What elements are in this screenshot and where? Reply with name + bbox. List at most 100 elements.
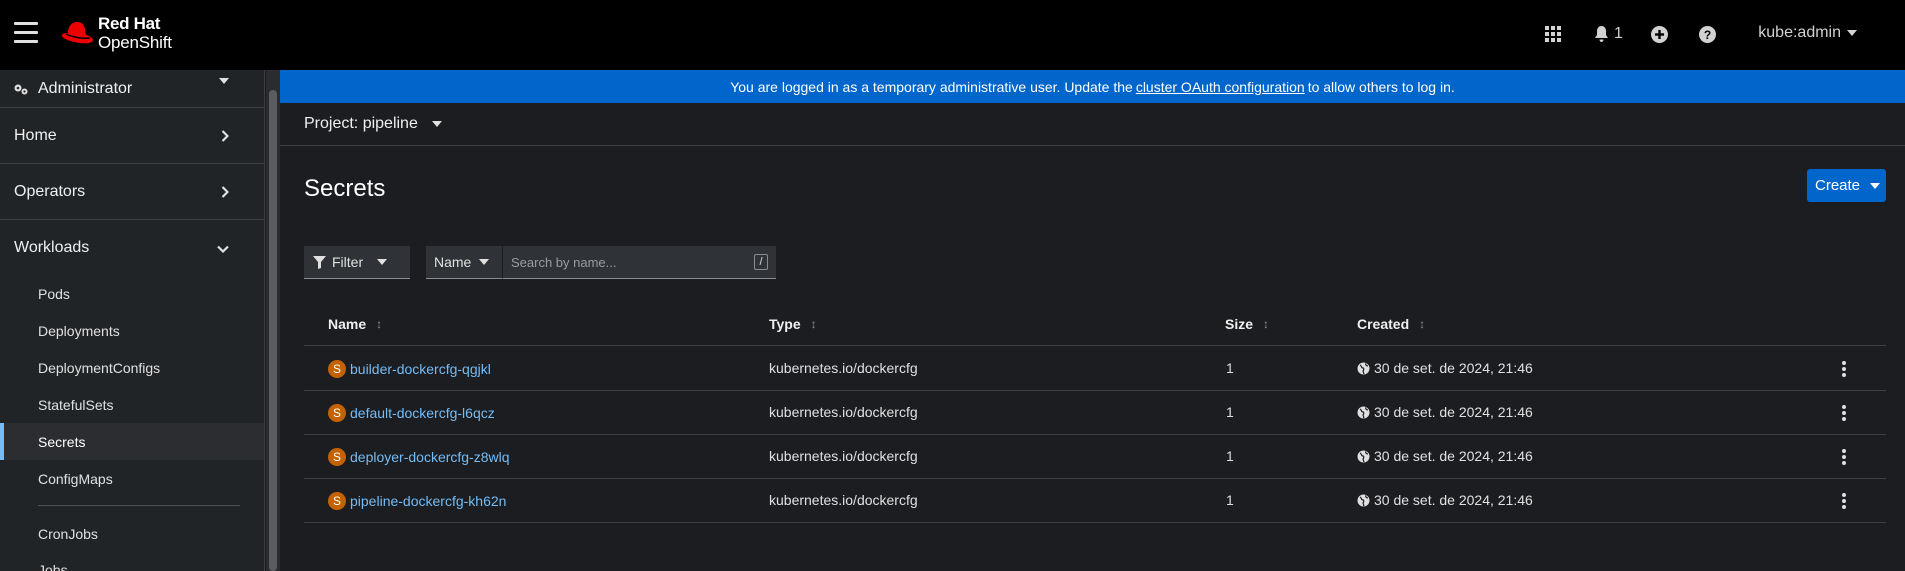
secret-size: 1: [1226, 448, 1234, 464]
caret-down-icon: [219, 78, 229, 84]
masthead: Red Hat OpenShift 1 ? kube:admin: [0, 0, 1905, 70]
secret-type: kubernetes.io/dockercfg: [769, 404, 918, 420]
secret-name-link[interactable]: deployer-dockercfg-z8wlq: [350, 449, 510, 465]
sidebar: Administrator Home Operators Workloads P…: [0, 70, 265, 571]
secret-size: 1: [1226, 360, 1234, 376]
filter-type-label: Name: [434, 254, 472, 270]
add-icon[interactable]: [1651, 24, 1668, 44]
banner-prefix: You are logged in as a temporary adminis…: [730, 78, 1133, 95]
table-row: S deployer-dockercfg-z8wlq kubernetes.io…: [304, 435, 1886, 479]
row-actions-kebab-icon[interactable]: [1841, 359, 1847, 379]
nav-section-operators[interactable]: Operators: [0, 164, 264, 220]
secret-name-link[interactable]: builder-dockercfg-qgjkl: [350, 361, 491, 377]
svg-text:?: ?: [1704, 28, 1711, 42]
globe-icon: [1357, 406, 1370, 419]
project-bar: Project: pipeline: [280, 103, 1905, 146]
temporary-admin-banner: You are logged in as a temporary adminis…: [280, 70, 1905, 103]
project-label: Project: pipeline: [304, 115, 418, 132]
sort-icon: ↕: [810, 317, 817, 331]
perspective-label: Administrator: [38, 79, 133, 97]
sidebar-item-jobs[interactable]: Jobs: [0, 551, 264, 571]
filter-type-dropdown[interactable]: Name: [426, 246, 502, 279]
secret-created: 30 de set. de 2024, 21:46: [1374, 448, 1533, 464]
hamburger-menu-icon[interactable]: [14, 22, 38, 44]
perspective-switcher[interactable]: Administrator: [0, 70, 264, 108]
globe-icon: [1357, 450, 1370, 463]
nav-section-home[interactable]: Home: [0, 108, 264, 164]
column-header-created[interactable]: Created ↕: [1357, 316, 1425, 332]
nav-section-label: Workloads: [14, 239, 90, 256]
secret-size: 1: [1226, 492, 1234, 508]
nav-section-label: Home: [14, 126, 57, 144]
nav-section-workloads[interactable]: Workloads: [0, 220, 264, 276]
caret-down-icon: [1847, 30, 1857, 36]
secret-type: kubernetes.io/dockercfg: [769, 448, 918, 464]
secret-size: 1: [1226, 404, 1234, 420]
sidebar-item-cronjobs[interactable]: CronJobs: [0, 515, 264, 552]
help-icon[interactable]: ?: [1699, 24, 1716, 44]
table-header: Name ↕ Type ↕ Size ↕ Created ↕: [304, 302, 1886, 346]
chevron-right-icon: [221, 130, 229, 142]
nav-section-label: Operators: [14, 182, 86, 200]
create-button[interactable]: Create: [1807, 169, 1886, 202]
row-actions-kebab-icon[interactable]: [1841, 491, 1847, 511]
filter-label: Filter: [332, 254, 364, 270]
user-menu[interactable]: kube:admin: [1758, 24, 1857, 42]
shortcut-hint: /: [754, 254, 768, 270]
row-actions-kebab-icon[interactable]: [1841, 447, 1847, 467]
bell-icon: [1595, 26, 1608, 42]
secret-badge: S: [328, 404, 346, 422]
row-actions-kebab-icon[interactable]: [1841, 403, 1847, 423]
cogs-icon: [14, 83, 30, 95]
table-row: S builder-dockercfg-qgjkl kubernetes.io/…: [304, 347, 1886, 391]
page-title: Secrets: [304, 175, 386, 202]
secret-type: kubernetes.io/dockercfg: [769, 360, 918, 376]
secret-badge: S: [328, 492, 346, 510]
globe-icon: [1357, 362, 1370, 375]
app-launcher-icon[interactable]: [1545, 24, 1561, 44]
column-header-label: Created: [1357, 316, 1410, 332]
username: kube:admin: [1758, 24, 1841, 41]
table-row: S default-dockercfg-l6qcz kubernetes.io/…: [304, 391, 1886, 435]
secret-type: kubernetes.io/dockercfg: [769, 492, 918, 508]
sidebar-item-deployments[interactable]: Deployments: [0, 312, 264, 349]
secret-created: 30 de set. de 2024, 21:46: [1374, 492, 1533, 508]
chevron-down-icon: [217, 245, 229, 253]
caret-down-icon: [1870, 182, 1881, 189]
search-box: /: [502, 246, 776, 279]
secret-badge: S: [328, 360, 346, 378]
secret-created: 30 de set. de 2024, 21:46: [1374, 404, 1533, 420]
banner-suffix: to allow others to log in.: [1307, 78, 1455, 95]
caret-down-icon: [479, 259, 490, 265]
main-content: You are logged in as a temporary adminis…: [280, 70, 1905, 571]
brand-line2: OpenShift: [98, 33, 172, 52]
sidebar-scroll-thumb[interactable]: [269, 90, 277, 571]
project-selector[interactable]: Project: pipeline: [304, 115, 442, 133]
cluster-oauth-link[interactable]: cluster OAuth configuration: [1136, 79, 1305, 95]
secret-name-link[interactable]: default-dockercfg-l6qcz: [350, 405, 495, 421]
caret-down-icon: [377, 259, 388, 265]
column-header-size[interactable]: Size ↕: [1225, 316, 1269, 332]
red-hat-openshift-logo[interactable]: Red Hat OpenShift: [60, 14, 172, 52]
sort-icon: ↕: [1263, 317, 1270, 331]
secret-badge: S: [328, 448, 346, 466]
filter-icon: [313, 255, 326, 269]
sidebar-item-configmaps[interactable]: ConfigMaps: [0, 460, 264, 497]
column-header-label: Type: [769, 316, 801, 332]
nav-divider: [38, 505, 240, 506]
sidebar-item-pods[interactable]: Pods: [0, 275, 264, 312]
notifications-button[interactable]: 1: [1594, 24, 1623, 44]
sidebar-item-secrets[interactable]: Secrets: [0, 423, 264, 460]
sidebar-item-statefulsets[interactable]: StatefulSets: [0, 386, 264, 423]
column-header-label: Name: [328, 316, 367, 332]
sidebar-item-deploymentconfigs[interactable]: DeploymentConfigs: [0, 349, 264, 386]
globe-icon: [1357, 494, 1370, 507]
create-label: Create: [1815, 177, 1861, 194]
column-header-name[interactable]: Name ↕: [328, 316, 382, 332]
notification-count: 1: [1614, 25, 1623, 42]
brand-line1: Red Hat: [98, 14, 161, 33]
secret-name-link[interactable]: pipeline-dockercfg-kh62n: [350, 493, 506, 509]
search-input[interactable]: [503, 246, 743, 278]
filter-dropdown[interactable]: Filter: [304, 246, 410, 279]
column-header-type[interactable]: Type ↕: [769, 316, 817, 332]
